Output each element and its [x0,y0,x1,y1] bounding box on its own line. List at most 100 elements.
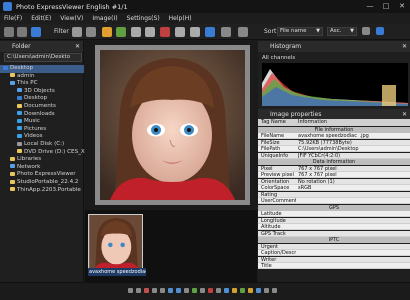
rotate-left-icon[interactable] [131,27,141,37]
folder-icon[interactable] [102,27,112,37]
fit-icon[interactable] [184,288,189,293]
fullscreen-icon[interactable] [221,27,231,37]
layout-icon[interactable] [376,27,384,35]
forward-icon[interactable] [17,27,27,37]
tree-item[interactable]: Local Disk (C:) [0,141,84,149]
folder-icon [17,133,22,138]
main-photo[interactable] [100,50,245,200]
back-icon[interactable] [4,27,14,37]
share-icon[interactable] [256,288,261,293]
zoom-in-icon[interactable] [168,288,173,293]
next-icon[interactable] [152,288,157,293]
property-row[interactable]: FileSize 75.92KB (77738Byte) [258,139,410,146]
zoom-out-icon[interactable] [176,288,181,293]
property-key: Title [261,263,272,269]
property-row[interactable]: UniqueInfo JFIF YCbCr(4:2:0) [258,152,410,159]
menu-settings[interactable]: Settings(S) [127,15,160,22]
property-key: Longitude [261,217,286,224]
filter-icon[interactable] [86,27,96,37]
tree-item[interactable]: Photo ExpressViewer [0,171,84,179]
tree-item-label: This PC [17,80,38,87]
histogram-channel-select[interactable]: All channels [262,55,295,61]
minimize-button[interactable]: — [362,0,378,13]
close-icon[interactable]: ✕ [402,41,407,52]
tree-item[interactable]: Videos [0,133,84,141]
path-input[interactable]: C:\Users\admin\Deskto [4,53,82,62]
star-icon[interactable] [248,288,253,293]
property-row[interactable]: Orientation No rotation (1) [258,178,410,185]
tree-item[interactable]: DVD Drive (D:) CES_X64F [0,149,95,157]
last-icon[interactable] [160,288,165,293]
tree-item[interactable]: Pictures [0,126,84,134]
property-row[interactable]: Writer [258,256,410,263]
property-row[interactable]: Urgent [258,243,410,250]
delete-icon[interactable] [160,27,170,37]
property-row[interactable]: Longitude [258,217,410,224]
title-bar: Photo ExpressViewer English #1/1 — □ ✕ [0,0,410,13]
property-key: Pixel [261,165,273,172]
property-row[interactable]: Pixel 767 x 767 pixel [258,165,410,172]
color-icon[interactable] [232,288,237,293]
sort-select[interactable]: File name ▼ [277,27,323,36]
app-icon [3,2,12,11]
rotate-icon[interactable] [192,288,197,293]
image-icon[interactable] [116,27,126,37]
tree-item[interactable]: Documents [0,103,84,111]
tree-item[interactable]: 3D Objects [0,88,84,96]
tree-item[interactable]: ThinApp.2203.Portable [0,187,84,195]
close-button[interactable]: ✕ [394,0,410,13]
tree-item[interactable]: Music [0,118,84,126]
tree-item[interactable]: Desktop [0,65,84,73]
property-row[interactable]: GPS Track [258,230,410,237]
tree-item[interactable]: Network [0,164,84,172]
property-row[interactable]: FileName avaxhome speedzodiac_.jpg [258,133,410,140]
tree-item[interactable]: Downloads [0,111,84,119]
settings-icon[interactable] [205,27,215,37]
property-row[interactable]: FilePath C:\Users\admin\Desktop [258,146,410,153]
property-row[interactable]: Altitude [258,224,410,231]
tree-item[interactable]: Libraries [0,156,84,164]
flip-icon[interactable] [200,288,205,293]
property-row[interactable]: UserComment [258,198,410,205]
search-icon[interactable] [72,27,82,37]
thumbnail-image[interactable] [88,214,143,270]
property-row[interactable]: Title [258,263,410,270]
menu-view[interactable]: View(V) [60,15,83,22]
maximize-button[interactable]: □ [378,0,394,13]
move-icon[interactable] [190,27,200,37]
settings-icon[interactable] [272,288,277,293]
property-row[interactable]: Rating [258,191,410,198]
undo-icon[interactable] [238,27,248,37]
print-icon[interactable] [264,288,269,293]
property-row[interactable]: Latitude [258,211,410,218]
play-icon[interactable] [144,288,149,293]
menu-file[interactable]: File(F) [4,15,22,22]
tree-item[interactable]: Desktop [0,95,84,103]
menu-help[interactable]: Help(H) [169,15,192,22]
delete-icon[interactable] [208,288,213,293]
tag-icon[interactable] [240,288,245,293]
tree-item[interactable]: admin [0,73,84,81]
property-row[interactable]: ColorSpace sRGB [258,185,410,192]
property-row[interactable]: Caption/Descri [258,250,410,257]
menu-edit[interactable]: Edit(E) [31,15,51,22]
prev-icon[interactable] [136,288,141,293]
folder-icon [17,111,22,116]
info-icon[interactable] [224,288,229,293]
view-mode-icon[interactable] [362,27,370,35]
menu-image[interactable]: Image(I) [92,15,117,22]
folder-icon [10,179,15,184]
property-value: sRGB [298,185,312,191]
first-icon[interactable] [128,288,133,293]
rotate-right-icon[interactable] [145,27,155,37]
close-icon[interactable]: ✕ [75,41,80,52]
refresh-icon[interactable] [31,27,41,37]
tree-item[interactable]: This PC [0,80,84,88]
property-row[interactable]: Preview pixel 767 x 767 pixel [258,172,410,179]
copy-icon[interactable] [216,288,221,293]
copy-icon[interactable] [175,27,185,37]
tree-item-label: Desktop [24,95,48,102]
order-select[interactable]: Asc. ▼ [327,27,357,36]
tree-item[interactable]: StudioPortable_22.4.2 [0,179,84,187]
tree-item-label: Desktop [10,65,34,71]
